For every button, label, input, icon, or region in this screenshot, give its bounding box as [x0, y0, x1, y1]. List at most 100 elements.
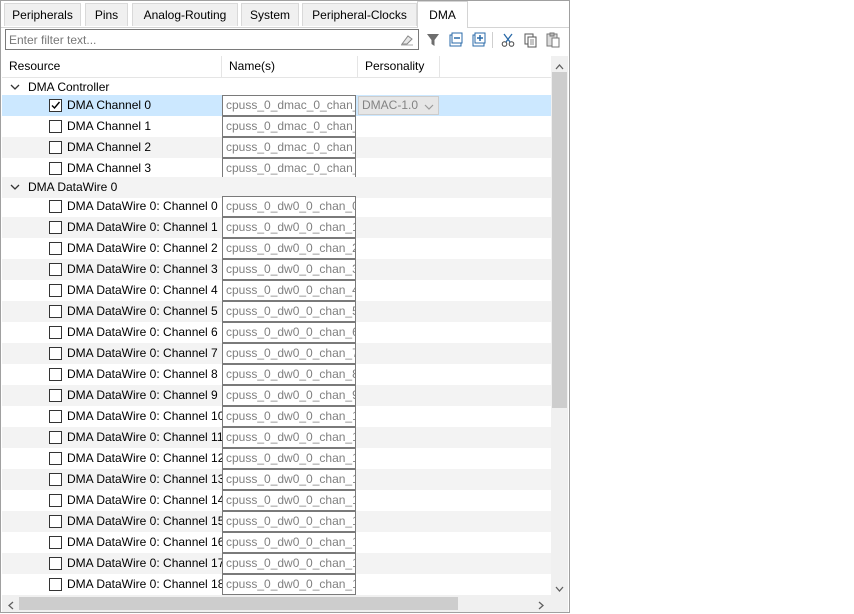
table-row[interactable]: DMA DataWire 0: Channel 6 cpuss_0_dw0_0_…	[2, 322, 551, 343]
checkbox[interactable]	[49, 263, 62, 276]
checkbox[interactable]	[49, 284, 62, 297]
name-field[interactable]: cpuss_0_dw0_0_chan_6	[222, 322, 356, 343]
column-header-personality[interactable]: Personality	[358, 56, 440, 77]
table-row[interactable]: DMA DataWire 0: Channel 14 cpuss_0_dw0_0…	[2, 490, 551, 511]
tab-peripheral-clocks[interactable]: Peripheral-Clocks	[302, 3, 417, 26]
checkbox[interactable]	[49, 431, 62, 444]
checkbox-checked[interactable]	[49, 99, 62, 112]
table-row[interactable]: DMA DataWire 0: Channel 3 cpuss_0_dw0_0_…	[2, 259, 551, 280]
name-field[interactable]: cpuss_0_dw0_0_chan_8	[222, 364, 356, 385]
checkbox[interactable]	[49, 221, 62, 234]
checkbox[interactable]	[49, 326, 62, 339]
checkbox[interactable]	[49, 305, 62, 318]
resource-label: DMA DataWire 0: Channel 3	[67, 262, 218, 276]
chevron-down-icon[interactable]	[9, 81, 21, 93]
table-row[interactable]: DMA DataWire 0: Channel 8 cpuss_0_dw0_0_…	[2, 364, 551, 385]
checkbox[interactable]	[49, 473, 62, 486]
name-field[interactable]: cpuss_0_dw0_0_chan_4	[222, 280, 356, 301]
scroll-down-icon[interactable]	[555, 582, 564, 596]
name-field[interactable]: cpuss_0_dw0_0_chan_10	[222, 406, 356, 427]
table-row[interactable]: DMA DataWire 0: Channel 11 cpuss_0_dw0_0…	[2, 427, 551, 448]
table-row[interactable]: DMA Channel 0 cpuss_0_dmac_0_chan_0 DMAC…	[2, 95, 551, 116]
scroll-right-icon[interactable]	[537, 599, 545, 612]
name-field[interactable]: cpuss_0_dw0_0_chan_18	[222, 574, 356, 595]
name-field[interactable]: cpuss_0_dmac_0_chan_1	[222, 116, 356, 137]
tab-dma[interactable]: DMA	[417, 1, 468, 28]
column-header-resource[interactable]: Resource	[2, 56, 222, 77]
table-row[interactable]: DMA DataWire 0: Channel 13 cpuss_0_dw0_0…	[2, 469, 551, 490]
checkbox[interactable]	[49, 536, 62, 549]
table-row[interactable]: DMA DataWire 0: Channel 12 cpuss_0_dw0_0…	[2, 448, 551, 469]
table-row[interactable]: DMA DataWire 0: Channel 0 cpuss_0_dw0_0_…	[2, 196, 551, 217]
cut-icon[interactable]	[499, 31, 517, 49]
name-field[interactable]: cpuss_0_dw0_0_chan_1	[222, 217, 356, 238]
table-row[interactable]: DMA DataWire 0: Channel 2 cpuss_0_dw0_0_…	[2, 238, 551, 259]
paste-icon[interactable]	[544, 31, 562, 49]
copy-icon[interactable]	[522, 31, 540, 49]
table-row[interactable]: DMA DataWire 0: Channel 17 cpuss_0_dw0_0…	[2, 553, 551, 574]
table-row[interactable]: DMA DataWire 0: Channel 15 cpuss_0_dw0_0…	[2, 511, 551, 532]
horizontal-scrollbar[interactable]	[2, 595, 551, 612]
name-field[interactable]: cpuss_0_dmac_0_chan_2	[222, 137, 356, 158]
table-row[interactable]: DMA Channel 3 cpuss_0_dmac_0_chan_3	[2, 158, 551, 179]
checkbox[interactable]	[49, 578, 62, 591]
vertical-scroll-thumb[interactable]	[552, 72, 567, 408]
expand-all-icon[interactable]	[470, 31, 488, 49]
filter-input[interactable]	[9, 31, 389, 48]
table-row[interactable]: DMA DataWire 0: Channel 9 cpuss_0_dw0_0_…	[2, 385, 551, 406]
table-row[interactable]: DMA Channel 2 cpuss_0_dmac_0_chan_2	[2, 137, 551, 158]
checkbox[interactable]	[49, 120, 62, 133]
name-field[interactable]: cpuss_0_dw0_0_chan_17	[222, 553, 356, 574]
clear-filter-icon[interactable]	[399, 31, 415, 47]
resource-label: DMA DataWire 0: Channel 12	[67, 451, 225, 465]
checkbox[interactable]	[49, 141, 62, 154]
table-row[interactable]: DMA DataWire 0: Channel 10 cpuss_0_dw0_0…	[2, 406, 551, 427]
name-field[interactable]: cpuss_0_dw0_0_chan_9	[222, 385, 356, 406]
checkbox[interactable]	[49, 389, 62, 402]
name-field[interactable]: cpuss_0_dw0_0_chan_14	[222, 490, 356, 511]
name-field[interactable]: cpuss_0_dmac_0_chan_0	[222, 95, 356, 116]
name-field[interactable]: cpuss_0_dw0_0_chan_2	[222, 238, 356, 259]
name-field[interactable]: cpuss_0_dmac_0_chan_3	[222, 158, 356, 179]
table-row[interactable]: DMA DataWire 0: Channel 4 cpuss_0_dw0_0_…	[2, 280, 551, 301]
chevron-down-icon[interactable]	[9, 181, 21, 193]
checkbox[interactable]	[49, 515, 62, 528]
filter-icon[interactable]	[424, 31, 442, 49]
vertical-scrollbar[interactable]	[551, 56, 568, 595]
name-field[interactable]: cpuss_0_dw0_0_chan_3	[222, 259, 356, 280]
name-field[interactable]: cpuss_0_dw0_0_chan_5	[222, 301, 356, 322]
table-row[interactable]: DMA DataWire 0: Channel 7 cpuss_0_dw0_0_…	[2, 343, 551, 364]
name-field[interactable]: cpuss_0_dw0_0_chan_13	[222, 469, 356, 490]
tree-group-dma-datawire-0[interactable]: DMA DataWire 0	[2, 177, 551, 198]
horizontal-scroll-thumb[interactable]	[19, 597, 458, 610]
checkbox[interactable]	[49, 452, 62, 465]
tab-analog-routing[interactable]: Analog-Routing	[132, 3, 238, 26]
name-field[interactable]: cpuss_0_dw0_0_chan_11	[222, 427, 356, 448]
checkbox[interactable]	[49, 347, 62, 360]
checkbox[interactable]	[49, 368, 62, 381]
checkbox[interactable]	[49, 494, 62, 507]
name-field[interactable]: cpuss_0_dw0_0_chan_15	[222, 511, 356, 532]
table-row[interactable]: DMA DataWire 0: Channel 18 cpuss_0_dw0_0…	[2, 574, 551, 595]
name-field[interactable]: cpuss_0_dw0_0_chan_0	[222, 196, 356, 217]
tab-system[interactable]: System	[241, 3, 299, 26]
checkbox[interactable]	[49, 242, 62, 255]
checkbox[interactable]	[49, 162, 62, 175]
collapse-all-icon[interactable]	[447, 31, 465, 49]
checkbox[interactable]	[49, 410, 62, 423]
checkbox[interactable]	[49, 557, 62, 570]
name-field[interactable]: cpuss_0_dw0_0_chan_7	[222, 343, 356, 364]
checkbox[interactable]	[49, 200, 62, 213]
tab-peripherals[interactable]: Peripherals	[4, 3, 81, 26]
table-row[interactable]: DMA DataWire 0: Channel 16 cpuss_0_dw0_0…	[2, 532, 551, 553]
scroll-left-icon[interactable]	[7, 599, 15, 612]
name-field[interactable]: cpuss_0_dw0_0_chan_16	[222, 532, 356, 553]
personality-select[interactable]: DMAC-1.0	[358, 96, 439, 115]
tab-pins[interactable]: Pins	[85, 3, 128, 26]
table-row[interactable]: DMA DataWire 0: Channel 5 cpuss_0_dw0_0_…	[2, 301, 551, 322]
table-row[interactable]: DMA DataWire 0: Channel 1 cpuss_0_dw0_0_…	[2, 217, 551, 238]
table-row[interactable]: DMA Channel 1 cpuss_0_dmac_0_chan_1	[2, 116, 551, 137]
column-header-names[interactable]: Name(s)	[222, 56, 358, 77]
resource-tree: DMA Controller DMA Channel 0 cpuss_0_dma…	[2, 77, 551, 595]
name-field[interactable]: cpuss_0_dw0_0_chan_12	[222, 448, 356, 469]
